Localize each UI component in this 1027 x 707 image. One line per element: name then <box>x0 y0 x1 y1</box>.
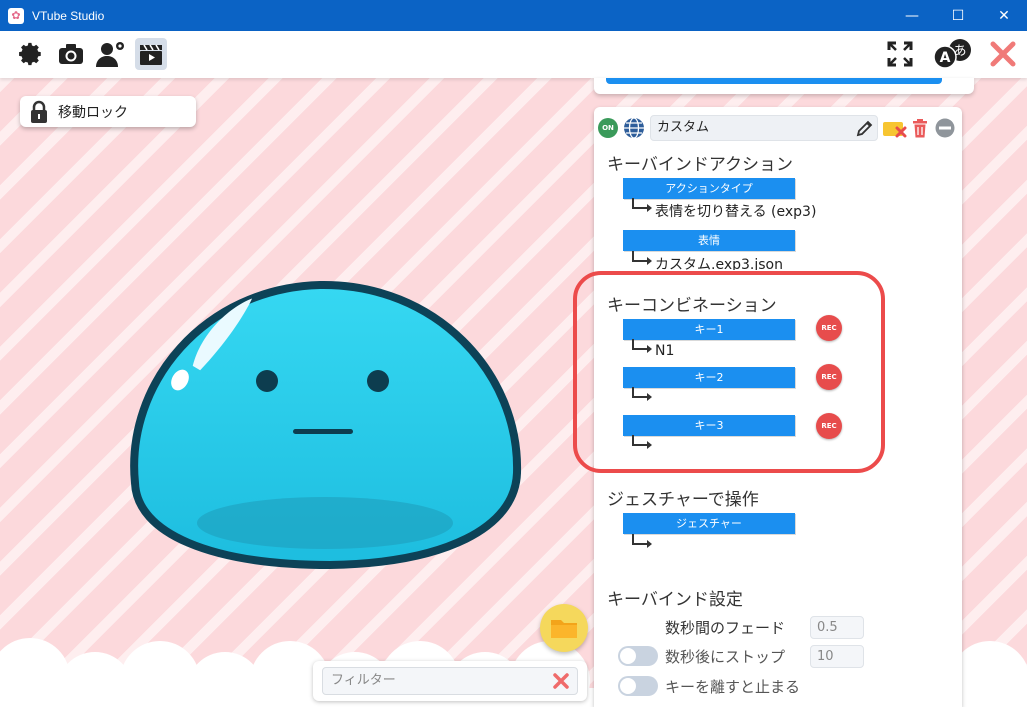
maximize-button[interactable]: ☐ <box>935 0 981 31</box>
fade-label: 数秒間のフェード <box>665 619 786 637</box>
clear-keybind-icon[interactable] <box>882 119 908 139</box>
clapperboard-icon[interactable] <box>135 38 167 70</box>
title-bar: ✿ VTube Studio — ☐ ✕ <box>0 0 1027 31</box>
collapse-icon[interactable] <box>935 118 955 138</box>
hotkey-name-input[interactable]: カスタム <box>650 115 878 141</box>
toolbar: あA <box>0 31 1027 78</box>
section-title-gesture: ジェスチャーで操作 <box>607 490 759 510</box>
section-title-action: キーバインドアクション <box>607 155 793 175</box>
action-type-tag[interactable]: アクションタイプ <box>623 178 795 199</box>
key-combination-highlight <box>573 271 885 473</box>
folder-icon <box>551 620 577 638</box>
arrow-icon <box>632 198 652 212</box>
close-window-button[interactable]: ✕ <box>981 0 1027 31</box>
close-app-icon[interactable] <box>987 38 1019 70</box>
filter-input[interactable]: フィルター <box>322 667 578 695</box>
svg-text:A: A <box>940 50 951 66</box>
on-toggle[interactable]: ON <box>598 118 618 138</box>
slime-avatar[interactable] <box>115 273 535 593</box>
lock-icon <box>31 100 47 123</box>
pencil-icon[interactable] <box>856 119 874 137</box>
fade-input[interactable]: 0.5 <box>810 616 864 639</box>
trash-icon[interactable] <box>911 118 929 138</box>
window-title: VTube Studio <box>32 8 105 23</box>
stop-on-release-toggle[interactable] <box>618 676 658 696</box>
clear-filter-icon[interactable] <box>551 671 571 691</box>
stop-after-toggle[interactable] <box>618 646 658 666</box>
fullscreen-icon[interactable] <box>884 38 916 70</box>
move-lock-label: 移動ロック <box>58 104 128 121</box>
stop-after-label: 数秒後にストップ <box>665 648 786 666</box>
user-settings-icon[interactable] <box>95 38 127 70</box>
stop-on-release-label: キーを離すと止まる <box>665 678 801 696</box>
language-icon[interactable]: あA <box>930 38 974 70</box>
globe-icon[interactable] <box>623 117 645 139</box>
camera-icon[interactable] <box>55 38 87 70</box>
expression-value: カスタム.exp3.json <box>655 257 783 270</box>
folder-button[interactable] <box>540 604 588 652</box>
move-lock-toggle[interactable]: 移動ロック <box>20 96 196 127</box>
app-logo-icon: ✿ <box>8 7 24 24</box>
filter-box: フィルター <box>313 661 587 701</box>
gesture-tag[interactable]: ジェスチャー <box>623 513 795 534</box>
stop-after-input[interactable]: 10 <box>810 645 864 668</box>
expression-tag[interactable]: 表情 <box>623 230 795 251</box>
action-type-value: 表情を切り替える (exp3) <box>655 204 817 220</box>
section-title-settings: キーバインド設定 <box>607 590 743 610</box>
previous-item-fragment <box>594 78 974 94</box>
arrow-icon <box>632 534 652 548</box>
arrow-icon <box>632 251 652 265</box>
settings-gear-icon[interactable] <box>15 38 47 70</box>
minimize-button[interactable]: — <box>889 0 935 31</box>
